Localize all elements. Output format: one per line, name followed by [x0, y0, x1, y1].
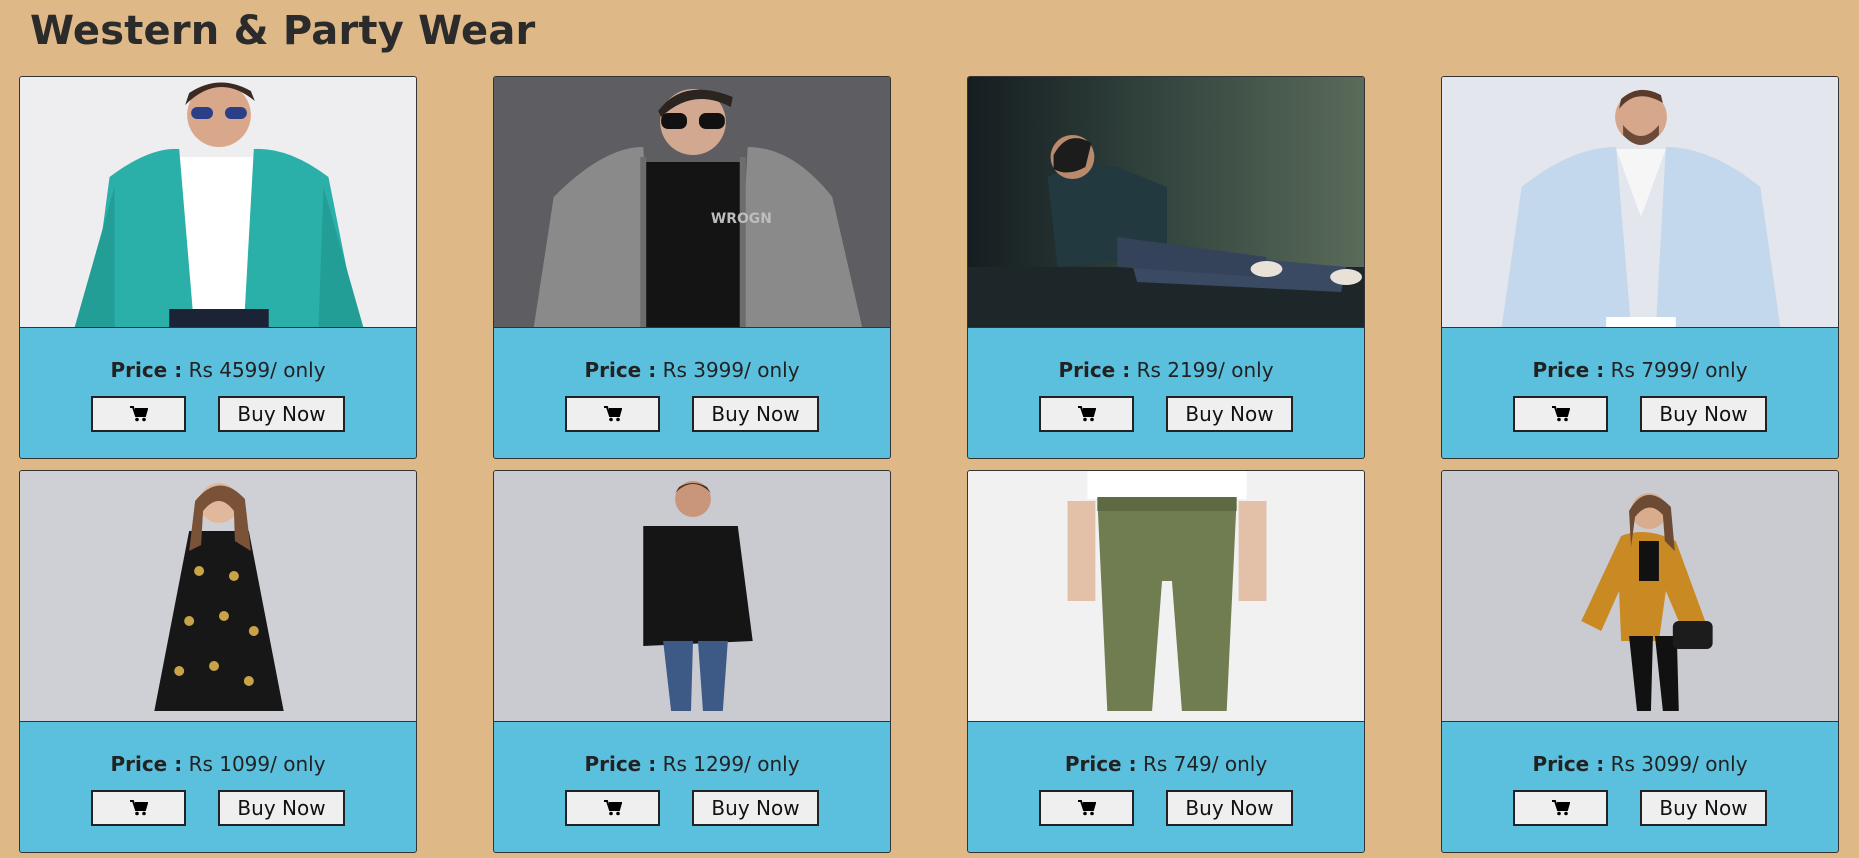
product-photo[interactable]: [1442, 77, 1838, 328]
product-card: Price : Rs 1099/ only Buy Now: [19, 470, 417, 853]
product-card: Price : Rs 7999/ only Buy Now: [1441, 76, 1839, 459]
buy-now-button[interactable]: Buy Now: [1640, 790, 1767, 826]
add-to-cart-button[interactable]: [1513, 396, 1608, 432]
shopping-cart-icon: [603, 406, 622, 422]
product-card: Price : Rs 749/ only Buy Now: [967, 470, 1365, 853]
product-card: Price : Rs 3099/ only Buy Now: [1441, 470, 1839, 853]
shopping-cart-icon: [1551, 800, 1570, 816]
price-value: Rs 3999/ only: [662, 358, 800, 382]
product-price: Price : Rs 1299/ only: [584, 752, 799, 776]
add-to-cart-button[interactable]: [565, 396, 660, 432]
product-photo[interactable]: [1442, 471, 1838, 722]
shopping-cart-icon: [1551, 406, 1570, 422]
price-value: Rs 749/ only: [1142, 752, 1268, 776]
price-label: Price :: [1058, 358, 1131, 382]
product-price: Price : Rs 749/ only: [1065, 752, 1267, 776]
price-label: Price :: [584, 752, 657, 776]
add-to-cart-button[interactable]: [91, 790, 186, 826]
price-label: Price :: [1064, 752, 1137, 776]
product-grid: Price : Rs 4599/ only Buy Now WROGN Pric…: [19, 76, 1839, 853]
page-title: Western & Party Wear: [30, 8, 536, 54]
buy-now-button[interactable]: Buy Now: [1640, 396, 1767, 432]
price-value: Rs 7999/ only: [1610, 358, 1748, 382]
buy-now-button[interactable]: Buy Now: [692, 396, 819, 432]
shopping-cart-icon: [129, 406, 148, 422]
price-value: Rs 4599/ only: [188, 358, 326, 382]
product-photo[interactable]: [968, 471, 1364, 722]
price-label: Price :: [584, 358, 657, 382]
buy-now-button[interactable]: Buy Now: [692, 790, 819, 826]
price-label: Price :: [1532, 358, 1605, 382]
add-to-cart-button[interactable]: [565, 790, 660, 826]
product-price: Price : Rs 7999/ only: [1532, 358, 1747, 382]
product-card: Price : Rs 1299/ only Buy Now: [493, 470, 891, 853]
add-to-cart-button[interactable]: [91, 396, 186, 432]
product-price: Price : Rs 4599/ only: [110, 358, 325, 382]
shopping-cart-icon: [603, 800, 622, 816]
product-price: Price : Rs 1099/ only: [110, 752, 325, 776]
price-value: Rs 3099/ only: [1610, 752, 1748, 776]
product-photo[interactable]: [494, 471, 890, 722]
product-photo[interactable]: [968, 77, 1364, 328]
add-to-cart-button[interactable]: [1039, 790, 1134, 826]
shopping-cart-icon: [129, 800, 148, 816]
price-label: Price :: [110, 752, 183, 776]
buy-now-button[interactable]: Buy Now: [1166, 396, 1293, 432]
product-card: WROGN Price : Rs 3999/ only Buy Now: [493, 76, 891, 459]
product-price: Price : Rs 2199/ only: [1058, 358, 1273, 382]
buy-now-button[interactable]: Buy Now: [218, 396, 345, 432]
price-value: Rs 1099/ only: [188, 752, 326, 776]
product-photo[interactable]: [20, 471, 416, 722]
price-label: Price :: [110, 358, 183, 382]
price-label: Price :: [1532, 752, 1605, 776]
add-to-cart-button[interactable]: [1039, 396, 1134, 432]
shopping-cart-icon: [1077, 800, 1096, 816]
product-price: Price : Rs 3099/ only: [1532, 752, 1747, 776]
svg-text:WROGN: WROGN: [711, 211, 772, 227]
shopping-cart-icon: [1077, 406, 1096, 422]
product-card: Price : Rs 2199/ only Buy Now: [967, 76, 1365, 459]
add-to-cart-button[interactable]: [1513, 790, 1608, 826]
product-price: Price : Rs 3999/ only: [584, 358, 799, 382]
buy-now-button[interactable]: Buy Now: [218, 790, 345, 826]
product-photo[interactable]: [20, 77, 416, 328]
price-value: Rs 2199/ only: [1136, 358, 1274, 382]
product-photo[interactable]: WROGN: [494, 77, 890, 328]
buy-now-button[interactable]: Buy Now: [1166, 790, 1293, 826]
price-value: Rs 1299/ only: [662, 752, 800, 776]
product-card: Price : Rs 4599/ only Buy Now: [19, 76, 417, 459]
